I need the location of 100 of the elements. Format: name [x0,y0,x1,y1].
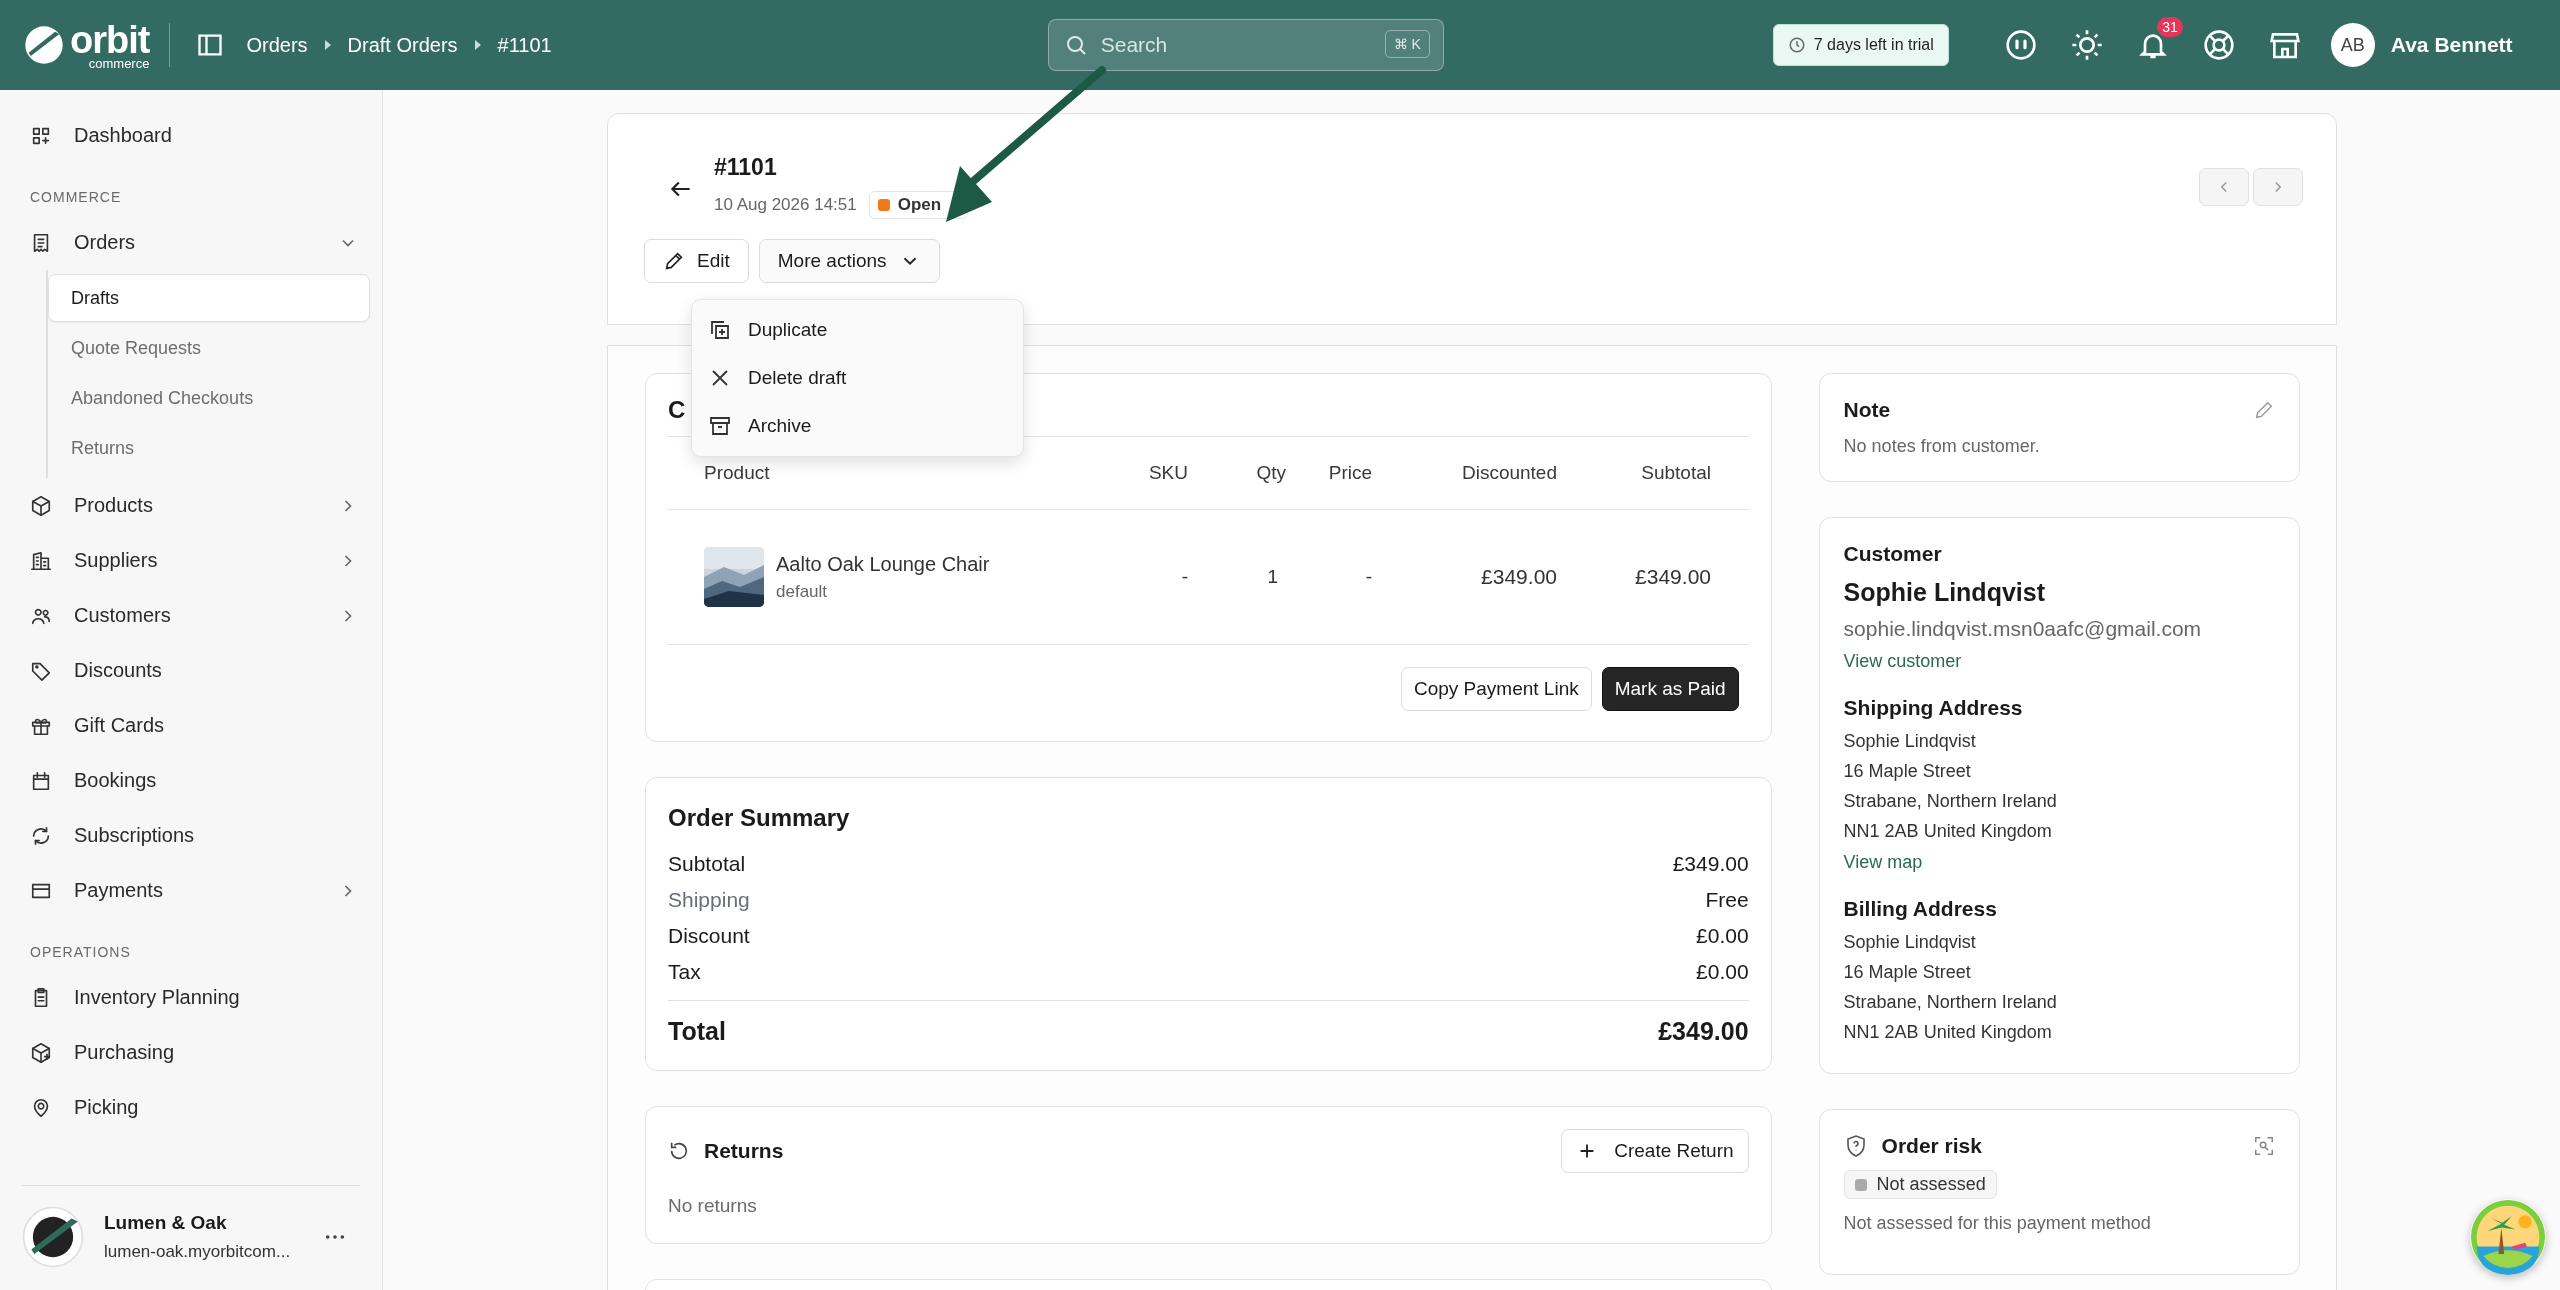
logo-name: orbit [70,20,150,59]
section-title: Shipping Address [1843,696,2024,720]
product-variant: default [776,581,829,602]
address-line: Strabane, Northern Ireland [1843,789,2058,813]
nav-item[interactable]: Orders [18,215,370,270]
building-icon [30,549,52,572]
section-title: Billing Address [1843,897,1998,921]
nav-item[interactable]: Inventory Planning [18,970,370,1025]
nav-item[interactable]: Payments [18,863,370,918]
mark-paid-button[interactable]: Mark as Paid [1601,667,1739,711]
sub-nav-item[interactable]: Drafts [48,274,370,322]
breadcrumb-link[interactable]: Draft Orders [347,33,458,57]
nav-item[interactable]: Subscriptions [18,808,370,863]
create-return-button[interactable]: Create Return [1561,1129,1749,1173]
table-cell-text: - [1364,566,1372,588]
column-header: Price [1327,462,1372,484]
table-cell-text: - [1180,566,1188,588]
clock-icon [1787,36,1806,54]
column-header: Subtotal [1640,462,1711,484]
copy-icon [708,318,732,342]
package-icon [30,1041,52,1064]
caret-icon [473,40,482,50]
card-title: C [668,396,686,425]
logo-icon [22,1206,84,1268]
calendar-icon [30,769,52,792]
address-line: Strabane, Northern Ireland [1843,990,2058,1014]
sub-nav-item[interactable]: Abandoned Checkouts [48,374,370,422]
view-map-link[interactable]: View map [1843,852,2275,873]
summary-label: Tax [668,960,701,984]
nav-item[interactable]: Customers [18,588,370,643]
column-header: SKU [1147,462,1188,484]
summary-value: Free [1705,888,1749,912]
summary-value: £349.00 [1672,852,1749,876]
scan-icon[interactable] [2253,1135,2275,1157]
product-name[interactable]: Aalto Oak Lounge Chair [776,552,990,576]
more-actions-button[interactable]: More actions [758,239,940,283]
address-line: Sophie Lindqvist [1843,729,1977,753]
breadcrumb-link[interactable]: Orders [246,33,308,57]
nav-item[interactable]: Dashboard [18,108,370,163]
notification-badge: 31 [2157,17,2183,37]
summary-value: £0.00 [1696,960,1749,984]
order-number: #1101 [714,154,778,181]
nav-item[interactable]: Picking [18,1080,370,1135]
risk-text: Not assessed for this payment method [1843,1213,2152,1234]
menu-item[interactable]: Archive [692,402,1023,450]
nav-item[interactable]: Suppliers [18,533,370,588]
nav-item[interactable]: Gift Cards [18,698,370,753]
menu-item[interactable]: Duplicate [692,306,1023,354]
total-label: Total [668,1017,726,1046]
nav-item[interactable]: Discounts [18,643,370,698]
breadcrumb-link[interactable]: #1101 [497,33,552,57]
card-title: Order risk [1881,1134,1983,1158]
view-customer-link[interactable]: View customer [1843,651,2275,672]
column-header: Discounted [1460,462,1557,484]
nav-item[interactable]: Purchasing [18,1025,370,1080]
trial-badge[interactable]: 7 days left in trial [1772,24,1949,66]
store-name: Lumen & Oak [104,1212,228,1234]
summary-value: £0.00 [1696,924,1749,948]
note-text: No notes from customer. [1843,436,2041,457]
sub-nav-item[interactable]: Quote Requests [48,324,370,372]
lifebuoy-icon[interactable] [2202,29,2235,61]
store-domain: lumen-oak.myorbitcom... [104,1242,292,1262]
address-line: 16 Maple Street [1843,960,1972,984]
order-date: 10 Aug 2026 14:51 [714,195,857,215]
address-line: NN1 2AB United Kingdom [1843,819,2053,843]
sub-nav-item[interactable]: Returns [48,424,370,472]
menu-item[interactable]: Delete draft [692,354,1023,402]
circle-dots-icon[interactable] [2004,29,2037,61]
column-header: Qty [1255,462,1286,484]
card-title: Order Summary [668,804,851,832]
pencil-icon[interactable] [2253,399,2275,421]
logo-icon [22,23,66,67]
pencil-icon [663,250,685,272]
table-cell-text: 1 [1266,566,1279,588]
cube-icon [30,494,52,517]
summary-label: Subtotal [668,852,746,876]
refresh-icon [30,824,52,847]
user-name[interactable]: Ava Bennett [2390,33,2513,57]
sun-icon[interactable] [2070,29,2103,61]
trial-text: 7 days left in trial [1813,36,1934,54]
more-icon[interactable] [324,1233,346,1241]
section-heading: COMMERCE [29,188,123,207]
copy-link-button[interactable]: Copy Payment Link [1400,667,1592,711]
card-title: Customer [1843,542,1943,566]
address-line: 16 Maple Street [1843,759,1972,783]
archive-icon [708,414,732,438]
user-avatar[interactable]: AB [2330,23,2375,67]
table-cell-text: £349.00 [1634,565,1711,589]
summary-label: Discount [668,924,750,948]
nav-item[interactable]: Bookings [18,753,370,808]
customer-name: Sophie Lindqvist [1843,578,2046,607]
address-line: Sophie Lindqvist [1843,930,1977,954]
empty-text: No returns [668,1195,758,1217]
column-header: Product [704,462,771,484]
risk-badge: Not assessed [1843,1170,1997,1199]
summary-label: Shipping [668,888,750,912]
card-title: Note [1843,398,1891,422]
nav-item[interactable]: Products [18,478,370,533]
undo-icon [668,1140,690,1162]
edit-button[interactable]: Edit [644,239,749,283]
